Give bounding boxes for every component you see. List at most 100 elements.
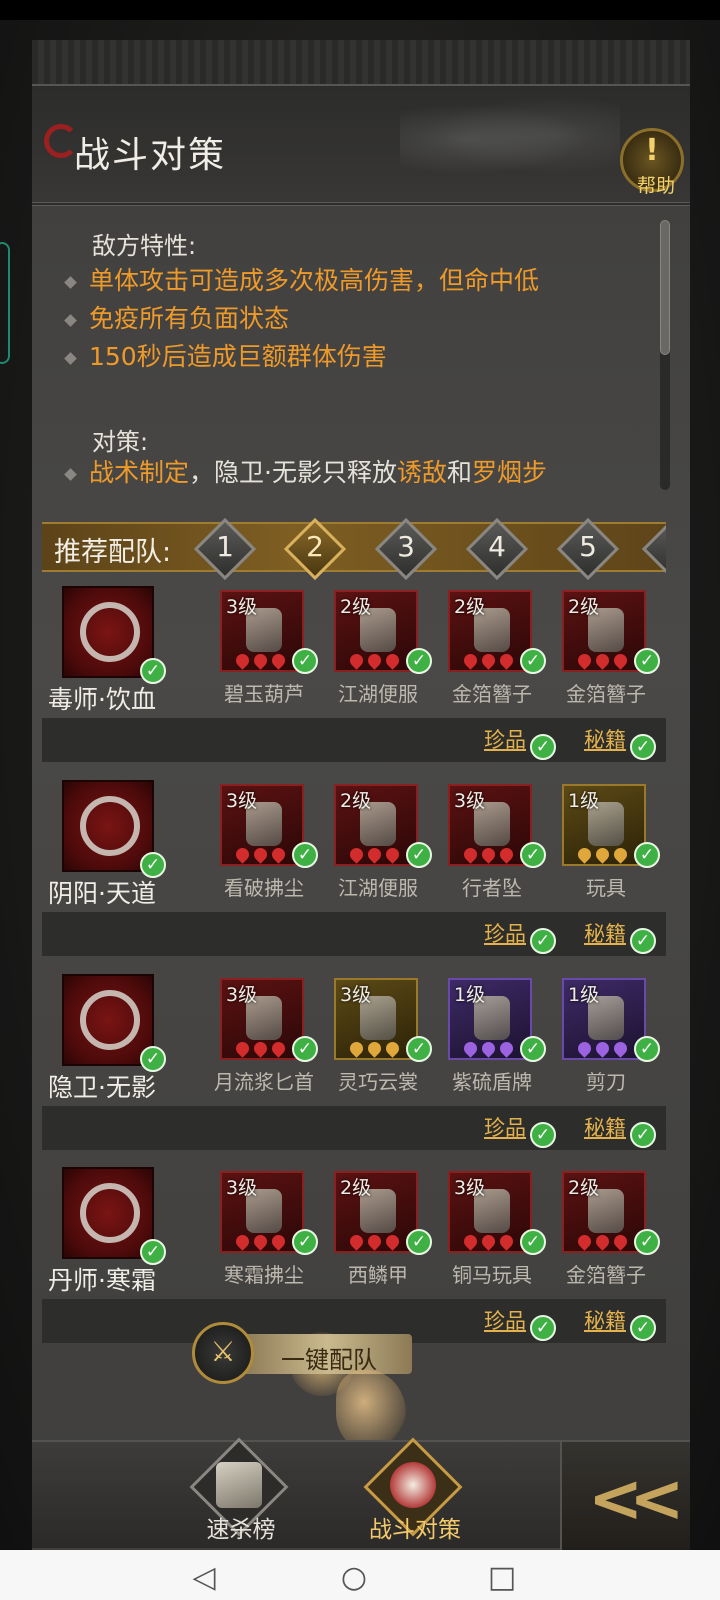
team-tab-1[interactable]: 1 [193,517,257,581]
treasure-link[interactable]: 珍品 [484,1305,526,1335]
equipment-frame: 1级 ✓ [562,784,660,868]
equipment-slot[interactable]: 2级 ✓ 金箔簪子 [442,590,552,720]
back-button[interactable]: << [560,1442,690,1550]
equipment-name: 月流浆匕首 [214,1070,314,1094]
equipment-slot[interactable]: 2级 ✓ 江湖便服 [328,590,438,720]
check-icon: ✓ [630,928,656,954]
hero-main: ✓ 阴阳·天道 3级 ✓ 看破拂尘 2级 ✓ 江湖便服 3级 ✓ 行者坠 1级 ✓ 玩具 [42,774,666,912]
equipment-level: 2级 [340,790,372,812]
equipment-level: 3级 [226,596,258,618]
gem-slot-icon [383,845,402,864]
check-icon: ✓ [292,1036,318,1062]
shield-sword-icon: ⚔ [192,1322,254,1384]
hero-main: ✓ 隐卫·无影 3级 ✓ 月流浆匕首 3级 ✓ 灵巧云裳 1级 ✓ 紫硫盾牌 1级 ✓ 剪刀 [42,968,666,1106]
equipment-slot[interactable]: 3级 ✓ 碧玉葫芦 [214,590,324,720]
gem-slot-icon [365,1039,384,1058]
equipment-slot[interactable]: 3级 ✓ 看破拂尘 [214,784,324,914]
equipment-level: 3级 [226,1177,258,1199]
back-triangle-icon[interactable]: ◁ [184,1560,224,1600]
hero-portrait[interactable]: ✓ [62,974,166,1072]
hero-portrait[interactable]: ✓ [62,1167,166,1265]
gem-slot-icon [251,651,270,670]
scrollbar-thumb[interactable] [660,220,670,355]
equipment-level: 2级 [340,1177,372,1199]
equipment-slot[interactable]: 2级 ✓ 江湖便服 [328,784,438,914]
equipment-slot[interactable]: 2级 ✓ 金箔簪子 [556,1171,666,1301]
nav-battle-strategy[interactable]: 战斗对策 [340,1437,490,1550]
equipment-name: 行者坠 [462,876,522,900]
gem-slot-icon [251,845,270,864]
check-icon: ✓ [520,1229,546,1255]
equipment-slot[interactable]: 3级 ✓ 寒霜拂尘 [214,1171,324,1301]
equipment-slot[interactable]: 1级 ✓ 剪刀 [556,978,666,1108]
auto-team-label: 一键配队 [281,1346,377,1374]
check-icon: ✓ [630,734,656,760]
equipment-slot[interactable]: 3级 ✓ 铜马玩具 [442,1171,552,1301]
gem-slot-icon [347,1039,366,1058]
equipment-slot[interactable]: 1级 ✓ 玩具 [556,784,666,914]
nav-speed-kill-ranking[interactable]: 速杀榜 [166,1437,316,1550]
gem-slot-icon [365,845,384,864]
enemy-traits-heading: 敌方特性: [92,232,197,260]
gem-slot-icon [479,651,498,670]
panel-top-rail [32,40,690,86]
team-tab-4[interactable]: 4 [465,517,529,581]
gem-slot-icon [611,845,630,864]
gem-slot-icon [461,651,480,670]
equipment-level: 3级 [454,790,486,812]
manual-link[interactable]: 秘籍 [584,918,626,948]
equipment-level: 2级 [568,1177,600,1199]
equipment-name: 寒霜拂尘 [224,1263,304,1287]
counter-heading: 对策: [92,428,149,456]
equipment-name: 玩具 [586,876,626,900]
treasure-link[interactable]: 珍品 [484,918,526,948]
side-edge-indicator [0,242,10,364]
manual-link[interactable]: 秘籍 [584,1112,626,1142]
equipment-level: 3级 [340,984,372,1006]
gem-slot-icon [575,651,594,670]
team-tab-2[interactable]: 2 [283,517,347,581]
gem-slot-icon [479,1232,498,1251]
equipment-level: 1级 [568,984,600,1006]
team-tab-more[interactable] [642,518,666,580]
treasure-link[interactable]: 珍品 [484,1112,526,1142]
manual-link[interactable]: 秘籍 [584,1305,626,1335]
manual-link[interactable]: 秘籍 [584,724,626,754]
team-tab-3[interactable]: 3 [374,517,438,581]
equipment-slot[interactable]: 3级 ✓ 行者坠 [442,784,552,914]
equipment-slot[interactable]: 2级 ✓ 西鳞甲 [328,1171,438,1301]
hero-portrait[interactable]: ✓ [62,780,166,878]
check-icon: ✓ [406,1229,432,1255]
team-tab-5[interactable]: 5 [556,517,620,581]
equipment-level: 2级 [568,596,600,618]
recents-square-icon[interactable]: □ [482,1560,522,1600]
double-chevron-left-icon: << [588,1460,685,1537]
check-icon: ✓ [292,842,318,868]
character-face-icon [390,1462,436,1508]
equipment-slot[interactable]: 1级 ✓ 紫硫盾牌 [442,978,552,1108]
team-label: 推荐配队: [54,537,172,568]
equipment-name: 看破拂尘 [224,876,304,900]
equipment-frame: 1级 ✓ [562,978,660,1062]
equipment-slot[interactable]: 3级 ✓ 灵巧云裳 [328,978,438,1108]
equipment-slot[interactable]: 3级 ✓ 月流浆匕首 [214,978,324,1108]
treasure-link[interactable]: 珍品 [484,724,526,754]
check-icon: ✓ [630,1122,656,1148]
check-icon: ✓ [292,648,318,674]
equipment-frame: 2级 ✓ [334,784,432,868]
status-bar [0,0,720,20]
home-circle-icon[interactable]: ○ [334,1560,374,1600]
gem-slot-icon [383,651,402,670]
enemy-info-box[interactable]: 敌方特性: 单体攻击可造成多次极高伤害，但命中低 免疫所有负面状态 150秒后造… [32,210,690,510]
equipment-name: 金箔簪子 [452,682,532,706]
exclamation-icon: ! [645,133,659,168]
check-icon: ✓ [520,1036,546,1062]
hero-portrait[interactable]: ✓ [62,586,166,684]
help-button[interactable]: ! 帮助 [620,128,684,197]
equipment-level: 1级 [454,984,486,1006]
gem-slot-icon [611,1039,630,1058]
equipment-name: 江湖便服 [338,682,418,706]
equipment-slot[interactable]: 2级 ✓ 金箔簪子 [556,590,666,720]
hero-row: ✓ 阴阳·天道 3级 ✓ 看破拂尘 2级 ✓ 江湖便服 3级 ✓ 行者坠 1级 ✓ 玩具 珍品 ✓ 秘籍 ✓ [42,774,666,958]
info-scrollbar[interactable] [660,220,670,490]
